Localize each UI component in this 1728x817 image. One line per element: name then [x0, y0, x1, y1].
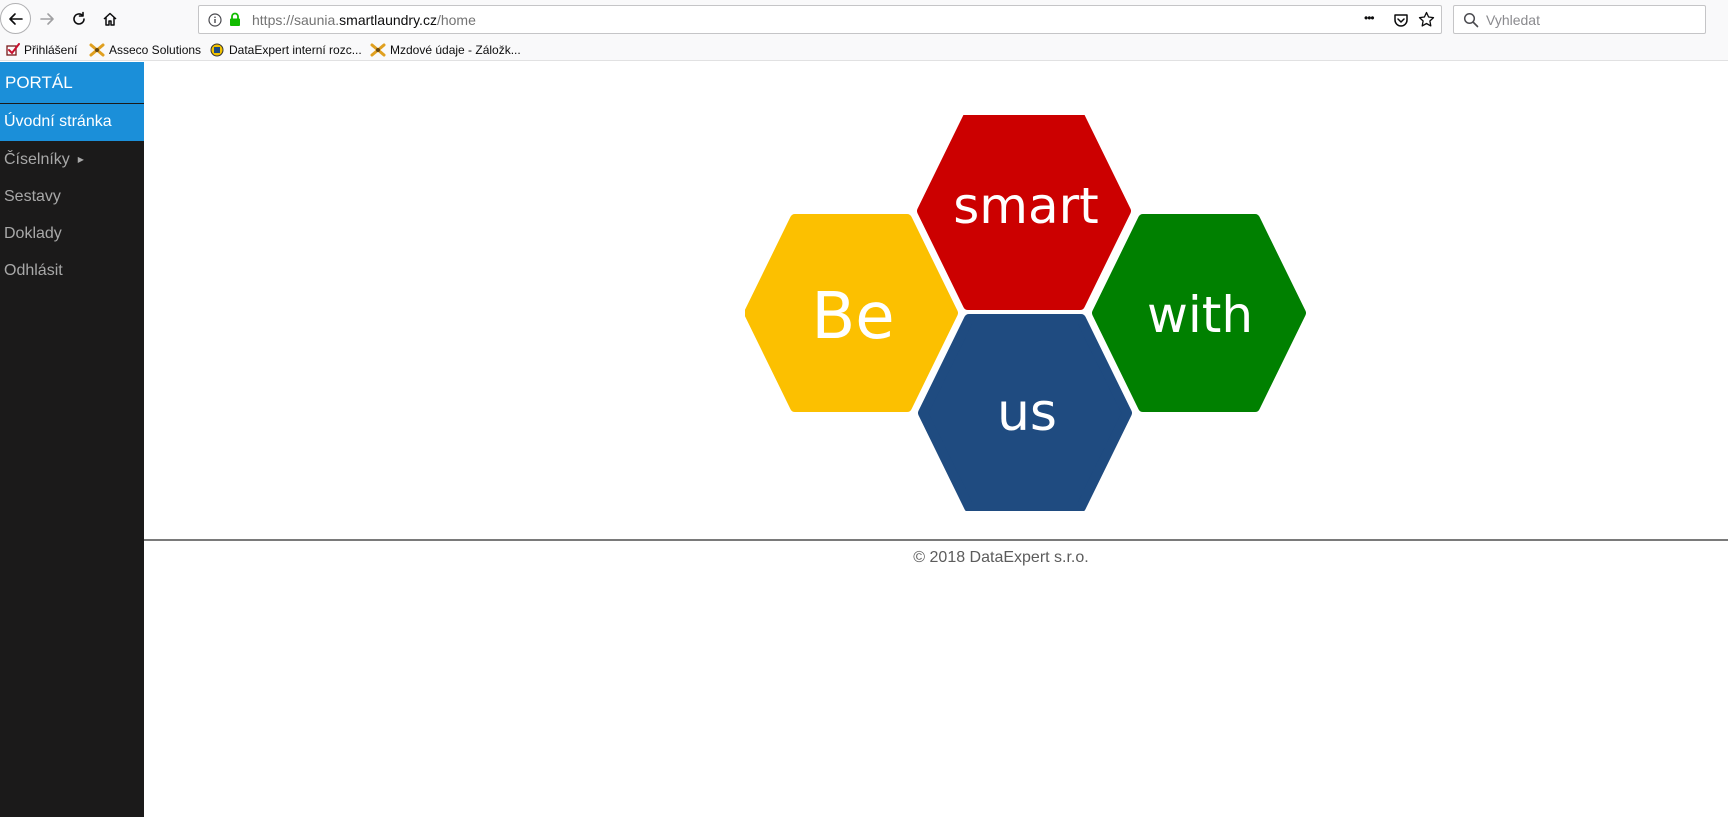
bookmark-mzdove-udaje[interactable]: Mzdové údaje - Záložk... [370, 41, 521, 58]
dataexpert-favicon-icon [210, 43, 224, 56]
reload-button[interactable] [64, 4, 94, 34]
bookmark-asseco[interactable]: Asseco Solutions [89, 41, 201, 58]
star-icon[interactable] [1418, 11, 1435, 28]
hex-us-label: us [997, 383, 1057, 443]
lock-icon [230, 12, 240, 26]
url-prefix: https://saunia. [252, 12, 340, 28]
sidebar-item-ciselniky[interactable]: Číselníky ▶ [0, 144, 144, 178]
check-favicon-icon [6, 42, 20, 56]
submenu-arrow-icon: ▶ [77, 155, 84, 164]
browser-toolbar: https://saunia.smartlaundry.cz/home ••• … [0, 0, 1728, 38]
asseco-favicon-icon [370, 43, 386, 56]
sidebar-item-odhlasit[interactable]: Odhlásit [0, 255, 144, 289]
search-placeholder: Vyhledat [1486, 12, 1540, 28]
sidebar-item-doklady[interactable]: Doklady [0, 218, 144, 252]
bookmark-label: Mzdové údaje - Záložk... [390, 42, 521, 57]
page-actions-icon[interactable]: ••• [1364, 11, 1375, 25]
arrow-left-icon [8, 12, 23, 25]
reload-icon [73, 11, 85, 25]
forward-button[interactable] [32, 4, 62, 34]
sidebar-title[interactable]: PORTÁL [0, 62, 144, 103]
bookmark-label: Přihlášení [24, 42, 78, 57]
sidebar-item-label: Odhlásit [4, 262, 63, 279]
info-icon [208, 13, 222, 27]
bookmark-dataexpert[interactable]: DataExpert interní rozc... [209, 41, 362, 58]
pocket-icon[interactable] [1393, 12, 1409, 28]
asseco-favicon-icon [89, 43, 105, 56]
bookmark-label: DataExpert interní rozc... [229, 42, 362, 57]
be-smart-with-us-logo: Be smart with us [745, 115, 1306, 511]
url-text: https://saunia.smartlaundry.cz/home [252, 12, 476, 28]
back-button[interactable] [0, 3, 31, 34]
footer-copyright: © 2018 DataExpert s.r.o. [913, 549, 1089, 566]
bookmark-label: Asseco Solutions [109, 42, 202, 57]
url-path: /home [436, 12, 476, 28]
sidebar-item-label: Číselníky [4, 151, 70, 168]
hex-smart-label: smart [953, 177, 1099, 235]
hex-with-label: with [1147, 286, 1253, 344]
home-button[interactable] [95, 4, 125, 34]
footer-divider [144, 539, 1728, 541]
url-domain: smartlaundry.cz [339, 12, 437, 28]
url-bar[interactable]: https://saunia.smartlaundry.cz/home ••• [198, 5, 1442, 34]
home-icon [103, 12, 117, 26]
bookmark-prihlaseni[interactable]: Přihlášení [6, 41, 77, 58]
sidebar-item-uvodni-stranka[interactable]: Úvodní stránka [0, 104, 144, 141]
search-icon [1463, 12, 1479, 28]
sidebar: PORTÁL Úvodní stránka Číselníky ▶ Sestavy… [0, 62, 144, 817]
arrow-right-icon [40, 13, 54, 25]
sidebar-item-label: Sestavy [4, 188, 61, 205]
sidebar-item-sestavy[interactable]: Sestavy [0, 181, 144, 215]
search-bar[interactable]: Vyhledat [1453, 5, 1706, 34]
sidebar-item-label: Doklady [4, 225, 62, 242]
bookmarks-bar: Přihlášení Asseco Solutions DataExpert i… [0, 38, 1728, 61]
hex-be-label: Be [811, 280, 894, 354]
